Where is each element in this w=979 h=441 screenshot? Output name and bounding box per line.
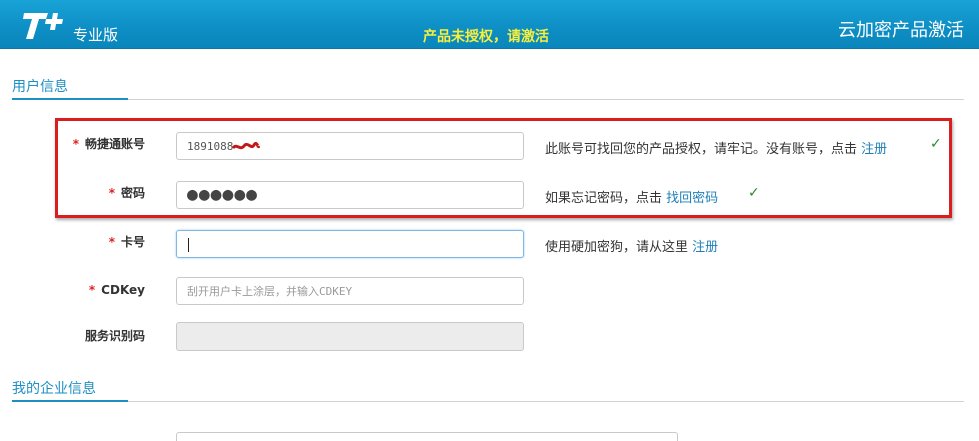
- text-caret: [188, 238, 189, 252]
- highlight-box: [55, 118, 952, 218]
- section-divider: [12, 401, 964, 402]
- section-accent-underline: [12, 98, 128, 100]
- t-plus-logo-icon: [23, 13, 63, 39]
- card-hint: 使用硬加密狗，请从这里 注册: [545, 240, 719, 255]
- app-header: 专业版 产品未授权，请激活 云加密产品激活: [0, 0, 979, 49]
- cdkey-placeholder: 刮开用户卡上涂层，并输入CDKEY: [187, 285, 353, 298]
- required-mark: *: [88, 283, 96, 297]
- section-title-company-info: 我的企业信息: [12, 381, 96, 397]
- service-code-label: 服务识别码: [84, 329, 145, 343]
- service-code-input: [176, 322, 524, 351]
- section-title-user-info: 用户信息: [12, 79, 68, 95]
- edition-label: 专业版: [73, 26, 119, 44]
- required-mark: *: [108, 235, 115, 249]
- page-title: 云加密产品激活: [838, 20, 964, 41]
- card-number-input[interactable]: [176, 230, 524, 258]
- section-divider: [12, 99, 964, 100]
- card-label: * 卡号: [108, 235, 145, 249]
- dongle-register-link[interactable]: 注册: [692, 240, 718, 255]
- unlicensed-notice: 产品未授权，请激活: [423, 29, 549, 45]
- section-accent-underline: [12, 400, 128, 402]
- company-field-partial[interactable]: [176, 432, 678, 441]
- cdkey-input[interactable]: 刮开用户卡上涂层，并输入CDKEY: [176, 277, 524, 305]
- cdkey-label: * CDKey: [88, 283, 145, 297]
